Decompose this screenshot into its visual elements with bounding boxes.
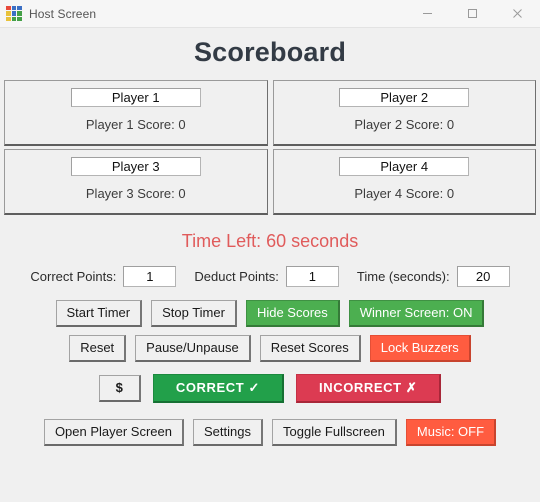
reset-scores-button[interactable]: Reset Scores bbox=[259, 335, 361, 362]
scoring-button-row: $ CORRECT ✓ INCORRECT ✗ bbox=[0, 374, 540, 403]
toggle-fullscreen-button[interactable]: Toggle Fullscreen bbox=[272, 419, 397, 446]
screen-button-row: Open Player Screen Settings Toggle Fulls… bbox=[0, 419, 540, 446]
time-seconds-input[interactable] bbox=[456, 266, 510, 287]
player-1-score-label: Player 1 Score: 0 bbox=[85, 117, 186, 132]
player-3-name-input[interactable] bbox=[70, 157, 201, 176]
minimize-icon[interactable] bbox=[405, 0, 450, 28]
page-title: Scoreboard bbox=[193, 37, 347, 67]
host-screen-window: Host Screen Scoreboard Player 1 Score: 0 bbox=[0, 0, 540, 502]
player-panel-2: Player 2 Score: 0 bbox=[272, 80, 536, 146]
points-settings-row: Correct Points: Deduct Points: Time (sec… bbox=[0, 266, 540, 287]
settings-button[interactable]: Settings bbox=[193, 419, 263, 446]
stop-timer-button[interactable]: Stop Timer bbox=[151, 300, 237, 327]
correct-points-input[interactable] bbox=[123, 266, 177, 287]
money-button[interactable]: $ bbox=[98, 375, 141, 402]
correct-button[interactable]: CORRECT ✓ bbox=[152, 374, 285, 403]
open-player-screen-button[interactable]: Open Player Screen bbox=[43, 419, 185, 446]
maximize-icon[interactable] bbox=[450, 0, 495, 28]
player-4-name-input[interactable] bbox=[339, 157, 470, 176]
window-controls bbox=[405, 0, 540, 28]
winner-screen-toggle-button[interactable]: Winner Screen: ON bbox=[348, 300, 485, 327]
player-panel-3: Player 3 Score: 0 bbox=[4, 149, 268, 215]
client-area: Scoreboard Player 1 Score: 0 Player 2 Sc… bbox=[0, 28, 540, 502]
time-left-label: Time Left: 60 seconds bbox=[181, 231, 359, 251]
incorrect-button[interactable]: INCORRECT ✗ bbox=[296, 374, 442, 403]
lock-buzzers-button[interactable]: Lock Buzzers bbox=[369, 335, 471, 362]
correct-points-label: Correct Points: bbox=[30, 269, 117, 284]
reset-button-row: Reset Pause/Unpause Reset Scores Lock Bu… bbox=[0, 335, 540, 362]
player-grid: Player 1 Score: 0 Player 2 Score: 0 Play… bbox=[0, 80, 540, 215]
player-panel-1: Player 1 Score: 0 bbox=[4, 80, 268, 146]
pause-unpause-button[interactable]: Pause/Unpause bbox=[135, 335, 251, 362]
player-panel-4: Player 4 Score: 0 bbox=[272, 149, 536, 215]
reset-button[interactable]: Reset bbox=[69, 335, 127, 362]
timer-button-row: Start Timer Stop Timer Hide Scores Winne… bbox=[0, 300, 540, 327]
time-seconds-label: Time (seconds): bbox=[356, 269, 450, 284]
player-2-score-label: Player 2 Score: 0 bbox=[354, 117, 455, 132]
player-3-score-label: Player 3 Score: 0 bbox=[85, 186, 186, 201]
deduct-points-label: Deduct Points: bbox=[194, 269, 279, 284]
close-icon[interactable] bbox=[495, 0, 540, 28]
window-titlebar: Host Screen bbox=[0, 0, 540, 28]
app-grid-icon bbox=[6, 5, 22, 22]
window-title: Host Screen bbox=[29, 6, 97, 21]
player-4-score-label: Player 4 Score: 0 bbox=[354, 186, 455, 201]
start-timer-button[interactable]: Start Timer bbox=[55, 300, 143, 327]
hide-scores-button[interactable]: Hide Scores bbox=[245, 300, 340, 327]
music-toggle-button[interactable]: Music: OFF bbox=[405, 419, 497, 446]
deduct-points-input[interactable] bbox=[285, 266, 339, 287]
player-1-name-input[interactable] bbox=[70, 88, 201, 107]
player-2-name-input[interactable] bbox=[339, 88, 470, 107]
